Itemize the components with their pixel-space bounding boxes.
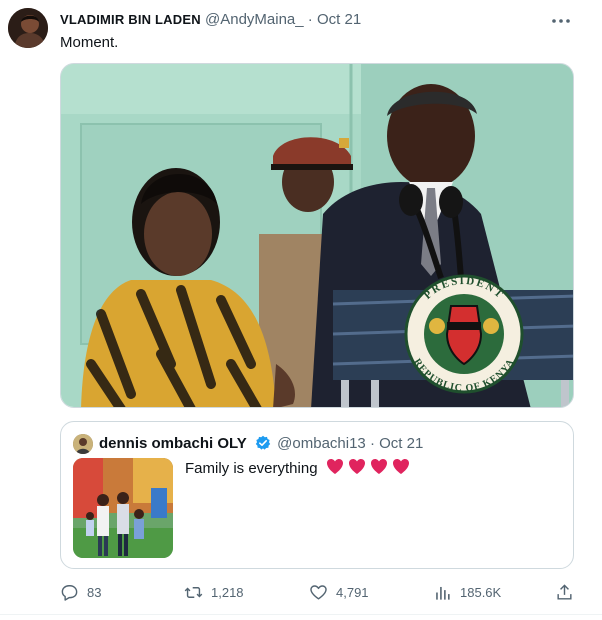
share-icon	[557, 583, 572, 600]
like-button[interactable]: 4,791	[309, 580, 369, 604]
separator-dot: ·	[307, 11, 313, 28]
red-hearts-emoji	[326, 458, 410, 482]
quoted-display-name[interactable]: dennis ombachi OLY	[99, 435, 247, 452]
reply-icon	[61, 584, 78, 601]
retweet-count: 1,218	[211, 584, 244, 600]
tweet-date[interactable]: Oct 21	[317, 11, 361, 28]
quoted-text: Family is everything	[185, 458, 410, 482]
reply-button[interactable]: 83	[60, 580, 101, 604]
quoted-separator-dot: ·	[369, 435, 375, 452]
avatar[interactable]	[8, 8, 48, 48]
heart-icon	[310, 584, 327, 600]
verified-badge-icon	[255, 435, 271, 451]
quoted-photo-thumbnail[interactable]	[73, 458, 173, 558]
views-bar-chart-icon	[436, 586, 450, 600]
quoted-tweet[interactable]: dennis ombachi OLY @ombachi13 · Oct 21 F…	[60, 421, 574, 569]
reply-count: 83	[87, 584, 102, 600]
tweet-header: VLADIMIR BIN LADEN @AndyMaina_ · Oct 21	[60, 10, 361, 30]
quoted-handle[interactable]: @ombachi13	[277, 435, 366, 452]
retweet-icon	[184, 586, 203, 598]
tweet-actions-bar: 83 1,218 4,791 185.6K	[60, 580, 580, 604]
quoted-date[interactable]: Oct 21	[379, 435, 423, 452]
retweet-button[interactable]: 1,218	[184, 580, 244, 604]
quoted-avatar[interactable]	[73, 434, 93, 454]
share-button[interactable]	[555, 580, 582, 604]
handle[interactable]: @AndyMaina_	[205, 11, 304, 28]
tweet-photo[interactable]: PRESIDENT REPUBLIC OF KENYA	[60, 63, 574, 408]
views-button[interactable]: 185.6K	[433, 580, 501, 604]
like-count: 4,791	[336, 584, 369, 600]
tweet-text: Moment.	[60, 34, 119, 51]
views-count: 185.6K	[460, 584, 502, 600]
quoted-text-body: Family is everything	[185, 460, 318, 477]
more-icon[interactable]	[548, 8, 574, 34]
tweet-divider	[0, 614, 602, 615]
quoted-header: dennis ombachi OLY @ombachi13 · Oct 21	[99, 434, 423, 454]
display-name[interactable]: VLADIMIR BIN LADEN	[60, 12, 201, 27]
